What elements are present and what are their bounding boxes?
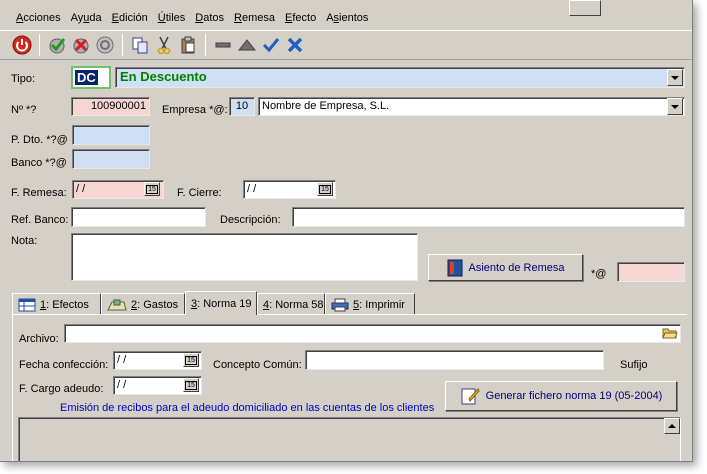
fecha-confeccion-calendar-icon[interactable]: 15 [183, 353, 199, 367]
fremesa-calendar-icon[interactable]: 15 [144, 182, 160, 196]
numero-label: Nº *? [11, 104, 37, 116]
nota-label: Nota: [11, 235, 38, 247]
refbanco-label: Ref. Banco: [11, 214, 69, 226]
tipo-code-field[interactable]: DC [71, 66, 111, 89]
generar-norma19-button[interactable]: Generar fichero norma 19 (05-2004) [445, 381, 677, 411]
cancel-disk-icon[interactable] [69, 33, 93, 57]
menu-datos[interactable]: Datos [190, 9, 229, 29]
asiento-field[interactable] [617, 262, 685, 282]
tipo-code-text: DC [75, 70, 98, 85]
asiento-remesa-label: Asiento de Remesa [468, 261, 565, 274]
toolbar [0, 30, 692, 60]
menu-efecto[interactable]: Efecto [280, 9, 321, 29]
minus-icon[interactable] [211, 33, 235, 57]
cut-icon[interactable] [152, 33, 176, 57]
menu-remesa[interactable]: Remesa [229, 9, 280, 29]
descripcion-label: Descripción: [220, 214, 281, 226]
paste-icon[interactable] [176, 33, 200, 57]
refresh-disk-icon[interactable] [93, 33, 117, 57]
numero-field[interactable]: 100900001 [71, 97, 150, 116]
empresa-value-field[interactable]: Nombre de Empresa, S.L. [258, 97, 685, 116]
folder-open-icon[interactable] [660, 325, 679, 341]
asiento-remesa-button[interactable]: Asiento de Remesa [428, 254, 583, 281]
generar-norma19-label: Generar fichero norma 19 (05-2004) [485, 390, 663, 402]
main-window: Acciones Ayuda Edición Útiles Datos Reme… [0, 0, 693, 462]
banco-field[interactable] [72, 149, 150, 169]
empresa-code-field[interactable]: 10 [229, 97, 255, 116]
menu-acciones[interactable]: Acciones [0, 9, 66, 29]
fecha-confeccion-label: Fecha confección: [19, 359, 109, 371]
tab-gastos[interactable]: 2: Gastos [101, 293, 185, 315]
pdto-label: P. Dto. *?@ [11, 134, 68, 146]
results-area[interactable] [18, 417, 681, 461]
ledger-icon [447, 259, 462, 276]
empresa-dropdown-arrow[interactable] [667, 98, 683, 115]
scroll-up-icon[interactable] [664, 418, 680, 434]
fcierre-label: F. Cierre: [177, 187, 222, 199]
fcargo-label: F. Cargo adeudo: [19, 383, 104, 395]
emision-note: Emisión de recibos para el adeudo domici… [60, 402, 435, 414]
menu-edicion[interactable]: Edición [107, 9, 153, 29]
table-icon [18, 298, 36, 311]
fcargo-calendar-icon[interactable]: 15 [183, 378, 199, 392]
empresa-label: Empresa *@: [162, 104, 228, 116]
menu-utiles[interactable]: Útiles [153, 9, 191, 29]
accept-disk-icon[interactable] [45, 33, 69, 57]
nota-field[interactable] [71, 233, 418, 281]
menu-ayuda[interactable]: Ayuda [66, 9, 107, 29]
archivo-field[interactable] [64, 324, 681, 343]
tab-norma-58[interactable]: 4: Norma 58 [257, 293, 325, 315]
pdto-field[interactable] [72, 125, 150, 145]
toolbar-separator [205, 34, 206, 56]
archivo-label: Archivo: [19, 333, 59, 345]
tab-imprimir[interactable]: 5: Imprimir [325, 293, 415, 315]
menu-bar: Acciones Ayuda Edición Útiles Datos Reme… [0, 9, 692, 29]
tab-strip: 1: Efectos 2: Gastos 3: Norma 19 4: Norm… [12, 291, 415, 315]
power-icon[interactable] [10, 33, 34, 57]
tipo-dropdown-arrow[interactable] [667, 69, 683, 86]
fremesa-label: F. Remesa: [11, 187, 67, 199]
concepto-comun-field[interactable] [305, 350, 604, 370]
edit-document-icon [461, 388, 480, 405]
triangle-up-icon[interactable] [235, 33, 259, 57]
concepto-comun-label: Concepto Común: [213, 359, 302, 371]
fcierre-calendar-icon[interactable]: 15 [317, 182, 333, 196]
tipo-label: Tipo: [11, 73, 36, 85]
tab-norma-19[interactable]: 3: Norma 19 [185, 291, 257, 315]
tipo-value-field[interactable]: En Descuento [115, 67, 685, 88]
cash-icon [107, 299, 127, 310]
refbanco-field[interactable] [71, 207, 206, 227]
x-icon[interactable] [283, 33, 307, 57]
tab-efectos[interactable]: 1: Efectos [12, 293, 101, 315]
copy-icon[interactable] [128, 33, 152, 57]
check-icon[interactable] [259, 33, 283, 57]
toolbar-separator [122, 34, 123, 56]
menu-asientos[interactable]: Asientos [321, 9, 373, 29]
printer-icon [331, 298, 349, 311]
descripcion-field[interactable] [292, 207, 685, 227]
sufijo-label: Sufijo [620, 359, 648, 371]
asiento-suffix-label: *@ [591, 268, 607, 280]
banco-label: Banco *?@ [11, 157, 67, 169]
toolbar-separator [39, 34, 40, 56]
